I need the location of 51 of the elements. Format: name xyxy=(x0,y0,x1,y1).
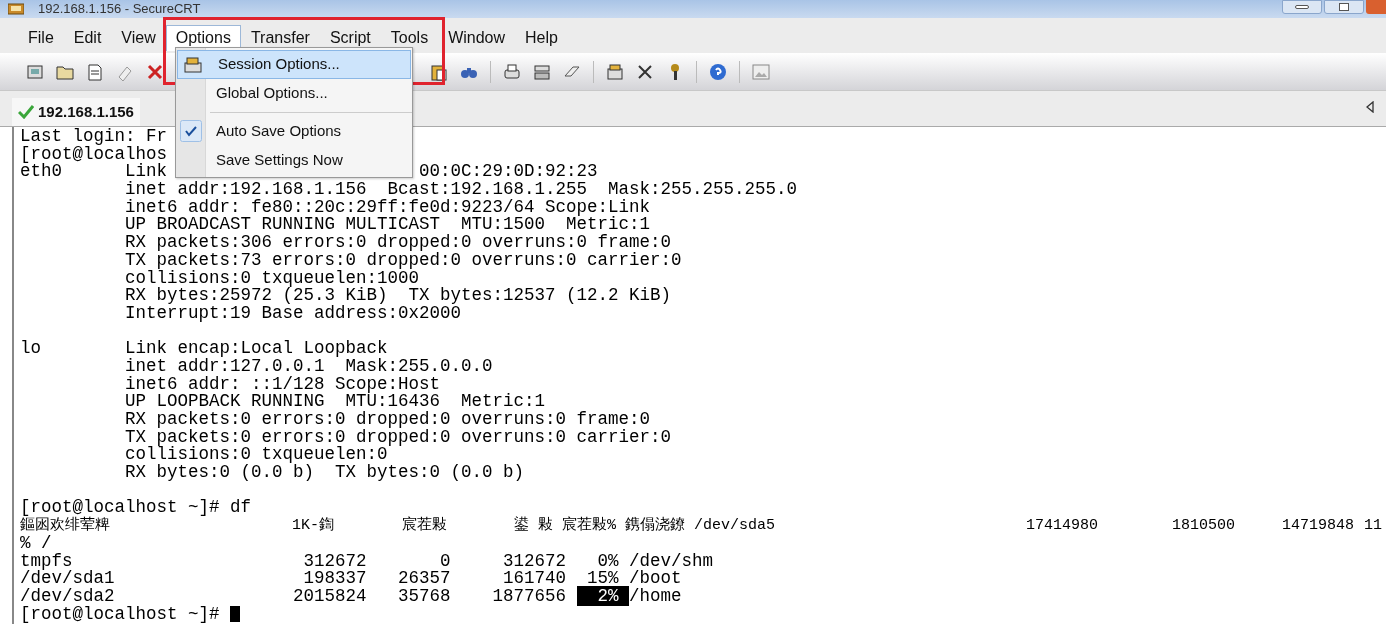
terminal-line: RX packets:0 errors:0 dropped:0 overruns:0 frame:0 xyxy=(124,409,651,429)
terminal-line: RX bytes:25972 (25.3 KiB) TX bytes:12537 (12.2 KiB) xyxy=(124,285,672,306)
terminal-text: 鏂囦欢绯荤粺 xyxy=(20,517,110,535)
terminal-line: collisions:0 txqueuelen:0 xyxy=(124,444,388,465)
menu-item[interactable]: Script xyxy=(319,24,381,51)
menu-item[interactable]: View xyxy=(111,24,166,51)
check-icon xyxy=(18,105,34,119)
menu-option[interactable]: Auto Save Options xyxy=(176,117,412,146)
terminal-text: 14719848 xyxy=(1282,517,1354,535)
terminal-text: 宸茬敤 xyxy=(402,517,447,535)
terminal-line: % / xyxy=(20,532,52,553)
terminal-line: tmpfs 312672 0 312672 0% /dev/shm xyxy=(20,550,714,571)
terminal-text: 1810500 xyxy=(1172,517,1235,535)
terminal-line: [root@localhost ~]# xyxy=(20,603,221,624)
terminal-line: lo Link encap:Local Loopback xyxy=(20,338,388,359)
terminal-line: Last login: Fr xyxy=(20,127,168,146)
maximize-button[interactable] xyxy=(1324,0,1364,14)
session-tab[interactable]: 192.168.1.156 xyxy=(12,98,140,126)
terminal-line: UP BROADCAST RUNNING MULTICAST MTU:1500 Metric:1 xyxy=(124,214,651,235)
menu-item[interactable]: Edit xyxy=(63,24,112,51)
menu-item[interactable]: Options xyxy=(165,24,241,51)
document-icon[interactable] xyxy=(85,61,105,82)
terminal-line: RX bytes:0 (0.0 b) TX bytes:0 (0.0 b) xyxy=(124,462,525,483)
highlighted-text: 2% xyxy=(576,585,630,606)
options-icon xyxy=(184,57,202,73)
printer-icon[interactable] xyxy=(502,61,522,82)
help-icon[interactable] xyxy=(708,61,728,82)
menu-item[interactable]: Window xyxy=(438,24,516,51)
window-title: 192.168.1.156 - SecureCRT xyxy=(38,1,201,17)
terminal-line: eth0 Link xyxy=(20,161,168,182)
menu-item[interactable]: File xyxy=(18,24,64,51)
menu-option[interactable]: Session Options... xyxy=(177,50,411,79)
terminal-line: inet6 addr: ::1/128 Scope:Host xyxy=(124,373,441,394)
terminal-text: 11 xyxy=(1364,517,1382,535)
terminal-text: 00:0C:29:0D:92:23 xyxy=(419,161,598,182)
scroll-left-icon[interactable] xyxy=(1366,101,1374,113)
terminal-text: 1K-鍧 xyxy=(292,517,334,535)
terminal-line: [root@localhost ~]# df xyxy=(20,497,252,518)
menu-option[interactable]: Global Options... xyxy=(176,79,412,108)
menu-option[interactable]: Save Settings Now xyxy=(176,146,412,175)
terminal-line: RX packets:306 errors:0 dropped:0 overruns:0 frame:0 xyxy=(124,232,672,253)
menu-item[interactable]: Transfer xyxy=(240,24,320,51)
terminal-text: 17414980 xyxy=(1026,517,1098,535)
terminal-text: 鍙 敤 宸茬敤% 鎸傝浇鐐 /dev/sda5 xyxy=(514,517,776,535)
check-icon xyxy=(180,120,202,142)
terminal-line: collisions:0 txqueuelen:1000 xyxy=(124,267,420,288)
menu-item[interactable]: Help xyxy=(515,24,568,51)
minimize-button[interactable] xyxy=(1282,0,1322,14)
options-icon[interactable] xyxy=(605,61,625,82)
menu-item[interactable]: Tools xyxy=(380,24,439,51)
app-icon xyxy=(8,3,24,15)
